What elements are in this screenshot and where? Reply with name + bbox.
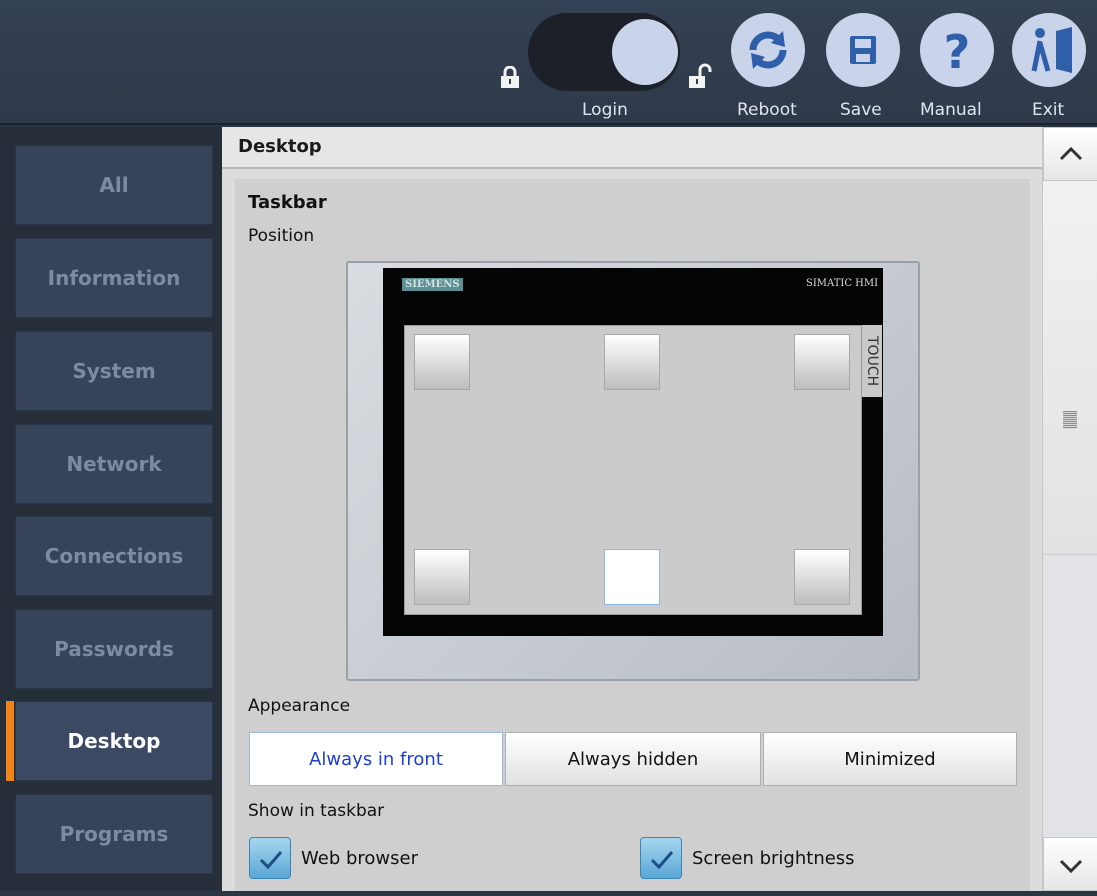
sidebar-item-connections[interactable]: Connections	[15, 516, 213, 596]
manual-label: Manual	[920, 100, 982, 120]
position-bottom-left[interactable]	[414, 549, 470, 605]
login-toggle-knob[interactable]	[612, 19, 678, 85]
chevron-up-icon	[1059, 146, 1083, 161]
exit-door-icon	[1031, 27, 1072, 73]
page-header: Desktop	[222, 127, 1042, 169]
top-bar: Login Reboot Save ? Manual Exit	[0, 0, 1097, 125]
screen-brightness-label: Screen brightness	[692, 847, 855, 869]
screen-brightness-option[interactable]: Screen brightness	[640, 836, 855, 880]
appearance-always-in-front[interactable]: Always in front	[249, 732, 503, 786]
web-browser-checkbox[interactable]	[249, 837, 291, 879]
exit-button[interactable]	[1012, 13, 1086, 87]
touch-label: TOUCH	[862, 325, 882, 397]
refresh-icon	[749, 31, 787, 69]
sidebar-item-desktop[interactable]: Desktop	[15, 701, 213, 781]
sidebar-item-all[interactable]: All	[15, 145, 213, 225]
position-bottom-center[interactable]	[604, 549, 660, 605]
exit-label: Exit	[1032, 100, 1065, 120]
reboot-button[interactable]	[731, 13, 805, 87]
show-in-taskbar-label: Show in taskbar	[248, 801, 385, 821]
appearance-minimized[interactable]: Minimized	[763, 732, 1017, 786]
sidebar-item-system[interactable]: System	[15, 331, 213, 411]
web-browser-label: Web browser	[301, 847, 418, 869]
scroll-thumb[interactable]	[1043, 181, 1097, 555]
appearance-always-hidden[interactable]: Always hidden	[505, 732, 761, 786]
section-title-taskbar: Taskbar	[248, 192, 327, 213]
web-browser-option[interactable]: Web browser	[249, 836, 418, 880]
active-indicator	[6, 701, 14, 781]
sidebar-item-programs[interactable]: Programs	[15, 794, 213, 874]
save-button[interactable]	[826, 13, 900, 87]
page-title: Desktop	[238, 136, 322, 157]
help-icon: ?	[944, 25, 971, 79]
sidebar-item-information[interactable]: Information	[15, 238, 213, 318]
scrollbar[interactable]	[1042, 127, 1097, 891]
screen-brightness-checkbox[interactable]	[640, 837, 682, 879]
login-label: Login	[582, 100, 628, 120]
chevron-down-icon	[1059, 859, 1083, 874]
grip-icon	[1063, 411, 1077, 429]
save-icon	[850, 36, 876, 64]
check-icon	[259, 851, 283, 870]
scroll-up-button[interactable]	[1043, 127, 1097, 181]
brand-logo: SIEMENS	[402, 278, 463, 291]
lock-open-icon	[689, 63, 712, 88]
scroll-down-button[interactable]	[1043, 837, 1097, 891]
check-icon	[650, 851, 674, 870]
position-top-right[interactable]	[794, 334, 850, 390]
reboot-label: Reboot	[737, 100, 797, 120]
sidebar-item-network[interactable]: Network	[15, 424, 213, 504]
lock-closed-icon	[501, 66, 519, 88]
position-top-center[interactable]	[604, 334, 660, 390]
model-label: SIMATIC HMI	[806, 278, 879, 289]
save-label: Save	[840, 100, 882, 120]
position-top-left[interactable]	[414, 334, 470, 390]
sidebar-item-passwords[interactable]: Passwords	[15, 609, 213, 689]
position-bottom-right[interactable]	[794, 549, 850, 605]
position-label: Position	[248, 226, 315, 246]
manual-button[interactable]: ?	[920, 13, 994, 87]
svg-text:?: ?	[944, 25, 971, 79]
appearance-label: Appearance	[248, 696, 351, 716]
